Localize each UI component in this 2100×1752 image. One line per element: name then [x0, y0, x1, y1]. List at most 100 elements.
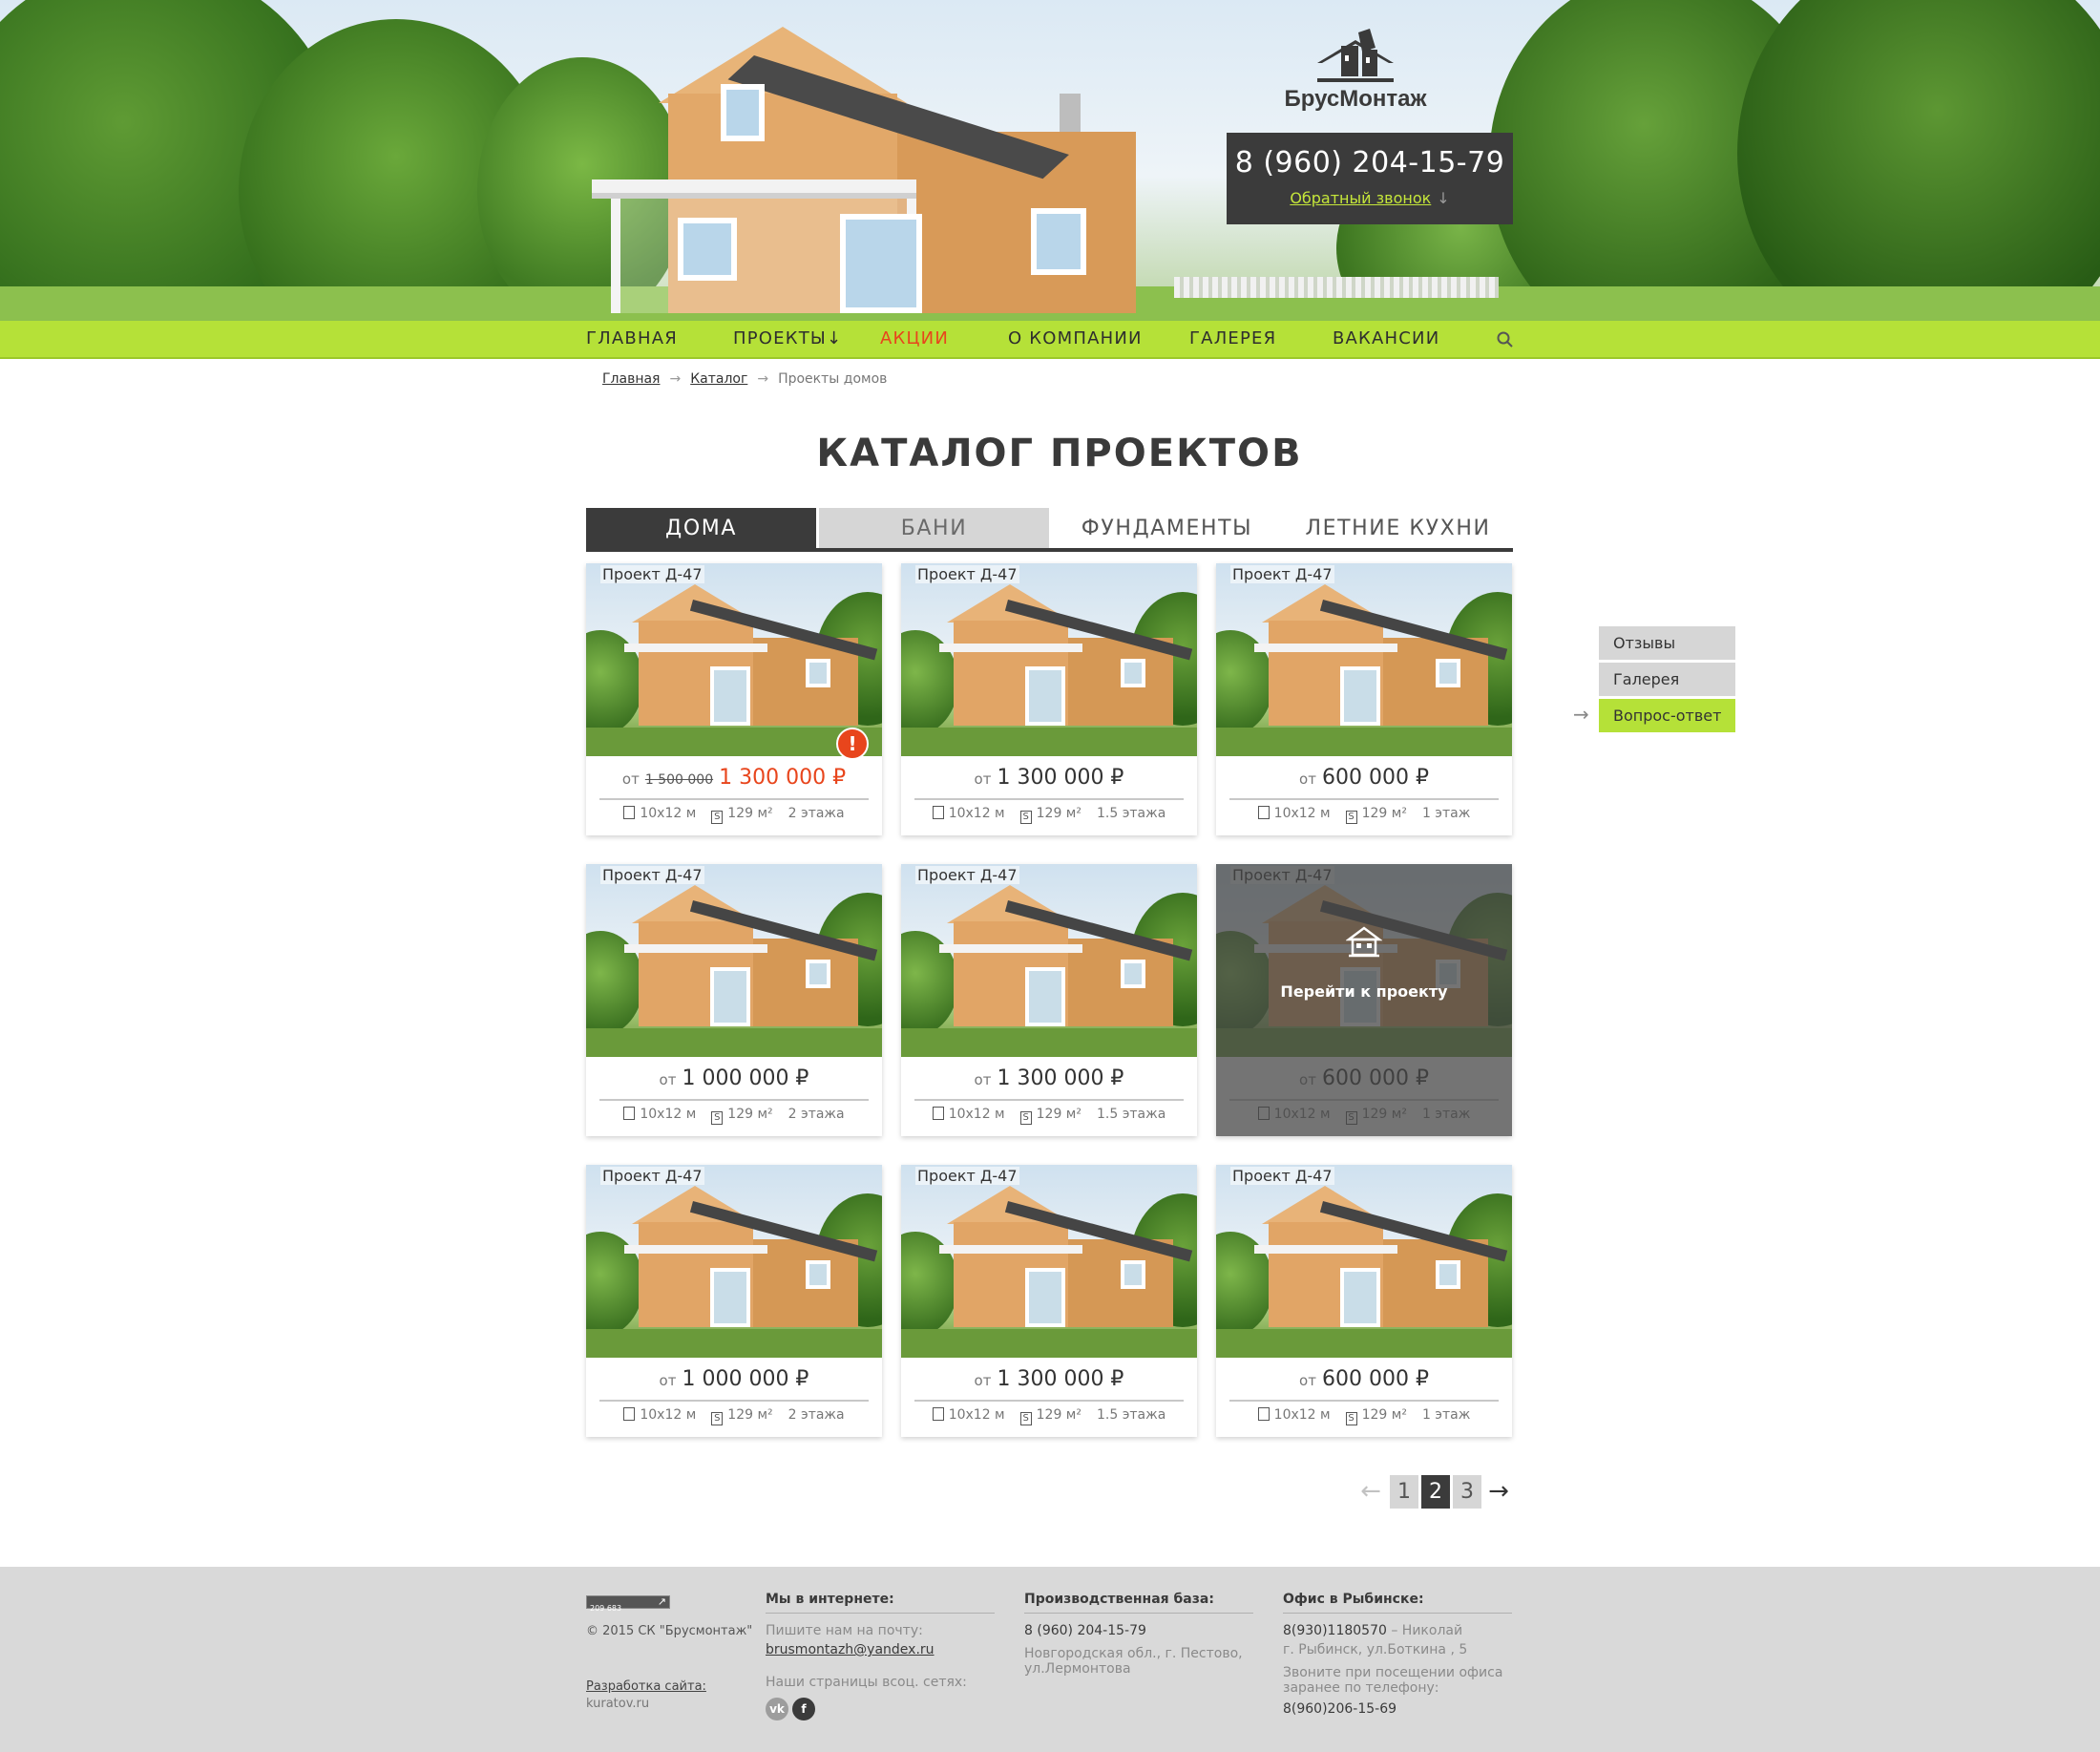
- project-photo[interactable]: [1216, 1165, 1512, 1358]
- area-icon: S: [711, 811, 724, 824]
- project-photo[interactable]: [901, 563, 1197, 756]
- project-card[interactable]: Проект Д-47 от 1 000 000 ₽ 10x12 м S 129 м² 2 …: [586, 1165, 882, 1437]
- spec-area: 129 м²: [1361, 1407, 1407, 1423]
- tab-saunas[interactable]: БАНИ: [819, 508, 1049, 548]
- counter-value: 209 683: [590, 1604, 622, 1613]
- tab-foundations[interactable]: ФУНДАМЕНТЫ: [1052, 508, 1282, 548]
- footer-office-heading: Офис в Рыбинске:: [1283, 1592, 1512, 1614]
- spec-size: 10x12 м: [948, 806, 1005, 821]
- page-2-button[interactable]: 2: [1421, 1475, 1450, 1509]
- nav-item-about[interactable]: О КОМПАНИИ: [1008, 328, 1143, 348]
- price-row: от 1 000 000 ₽: [586, 1066, 882, 1090]
- project-specs: 10x12 м S 129 м² 1.5 этажа: [901, 806, 1197, 824]
- tab-summer-kitchens[interactable]: ЛЕТНИЕ КУХНИ: [1283, 508, 1513, 548]
- spec-floors: 2 этажа: [788, 1407, 845, 1423]
- divider: [599, 1099, 869, 1101]
- search-icon[interactable]: [1497, 331, 1514, 348]
- project-name[interactable]: Проект Д-47: [1230, 565, 1334, 583]
- header-phone[interactable]: 8 (960) 204-15-79: [1227, 146, 1513, 179]
- office-phone-2[interactable]: 8(960)206-15-69: [1283, 1701, 1512, 1717]
- breadcrumb-catalog[interactable]: Каталог: [690, 371, 747, 387]
- developer-site[interactable]: kuratov.ru: [586, 1697, 649, 1711]
- price-from: от: [1299, 1372, 1316, 1389]
- nav-item-vacancies[interactable]: ВАКАНСИИ: [1333, 328, 1439, 348]
- project-card[interactable]: Проект Д-47 от 1 000 000 ₽ 10x12 м S 129 м² 2 …: [586, 864, 882, 1136]
- page-1-button[interactable]: 1: [1390, 1475, 1418, 1509]
- project-name[interactable]: Проект Д-47: [915, 565, 1019, 583]
- arrow-up-right-icon: ↗: [657, 1595, 666, 1608]
- page-3-button[interactable]: 3: [1453, 1475, 1481, 1509]
- developer-label[interactable]: Разработка сайта:: [586, 1679, 706, 1694]
- side-item-reviews[interactable]: Отзывы: [1599, 626, 1735, 660]
- project-photo[interactable]: [586, 563, 882, 756]
- category-tabs: ДОМА БАНИ ФУНДАМЕНТЫ ЛЕТНИЕ КУХНИ: [586, 508, 1513, 552]
- footer-online-heading: Мы в интернете:: [766, 1592, 995, 1614]
- nav-item-gallery[interactable]: ГАЛЕРЕЯ: [1189, 328, 1276, 348]
- price-from: от: [974, 1372, 992, 1389]
- production-phone[interactable]: 8 (960) 204-15-79: [1024, 1623, 1253, 1638]
- nav-item-projects[interactable]: ПРОЕКТЫ↓: [733, 328, 842, 348]
- spec-area: 129 м²: [1036, 1407, 1082, 1423]
- card-hover-overlay[interactable]: Перейти к проекту: [1216, 864, 1512, 1136]
- dimensions-icon: [932, 1107, 944, 1120]
- visitor-counter[interactable]: 209 683 ↗: [586, 1595, 670, 1613]
- callback-link[interactable]: Обратный звонок: [1290, 189, 1431, 207]
- price-from: от: [1299, 770, 1316, 788]
- project-name[interactable]: Проект Д-47: [600, 565, 704, 583]
- vk-icon[interactable]: vk: [766, 1698, 788, 1720]
- spec-area: 129 м²: [727, 1407, 773, 1423]
- spec-area: 129 м²: [727, 1107, 773, 1122]
- next-page-icon[interactable]: →: [1484, 1475, 1513, 1509]
- project-name[interactable]: Проект Д-47: [600, 1167, 704, 1185]
- project-card[interactable]: Проект Д-47от600 000 ₽10x12 мS129 м²1 эт…: [1216, 864, 1512, 1136]
- project-photo[interactable]: [901, 1165, 1197, 1358]
- office-note-2: заранее по телефону:: [1283, 1680, 1439, 1696]
- area-icon: S: [711, 1111, 724, 1125]
- old-price: 1 500 000: [644, 772, 714, 788]
- prev-page-icon[interactable]: ←: [1356, 1475, 1385, 1509]
- project-card[interactable]: Проект Д-47 от 1 500 000 1 300 000 ₽ 10x12 м…: [586, 563, 882, 835]
- spec-floors: 2 этажа: [788, 806, 845, 821]
- spec-area: 129 м²: [1361, 806, 1407, 821]
- nav-item-promotions[interactable]: АКЦИИ: [880, 328, 949, 348]
- project-card[interactable]: Проект Д-47 от 1 300 000 ₽ 10x12 м S 129 м² 1.…: [901, 563, 1197, 835]
- price: 1 300 000 ₽: [997, 766, 1124, 790]
- tab-houses[interactable]: ДОМА: [586, 508, 816, 548]
- project-card[interactable]: Проект Д-47 от 1 300 000 ₽ 10x12 м S 129 м² 1.…: [901, 1165, 1197, 1437]
- project-photo[interactable]: [586, 864, 882, 1057]
- page-title: КАТАЛОГ ПРОЕКТОВ: [816, 432, 1303, 475]
- project-specs: 10x12 м S 129 м² 2 этажа: [586, 1407, 882, 1425]
- project-photo[interactable]: [1216, 563, 1512, 756]
- project-card[interactable]: Проект Д-47от600 000 ₽10x12 мS129 м²1 эт…: [1216, 1165, 1512, 1437]
- price-row: от 1 500 000 1 300 000 ₽: [586, 766, 882, 790]
- sale-alert-icon: !: [836, 728, 869, 760]
- spec-size: 10x12 м: [640, 1407, 697, 1423]
- project-photo[interactable]: [901, 864, 1197, 1057]
- divider: [599, 1400, 869, 1402]
- project-card[interactable]: Проект Д-47от600 000 ₽10x12 мS129 м²1 эт…: [1216, 563, 1512, 835]
- project-photo[interactable]: [586, 1165, 882, 1358]
- mail-label: Пишите нам на почту:: [766, 1623, 923, 1638]
- footer-office: Офис в Рыбинске: 8(930)1180570 – Николай…: [1283, 1592, 1512, 1717]
- facebook-icon[interactable]: f: [792, 1698, 815, 1720]
- office-phone[interactable]: 8(930)1180570: [1283, 1623, 1387, 1638]
- area-icon: S: [1345, 1412, 1357, 1425]
- price: 1 000 000 ₽: [682, 1367, 809, 1391]
- brand-logo[interactable]: БрусМонтаж: [1285, 27, 1426, 113]
- spec-floors: 2 этажа: [788, 1107, 845, 1122]
- project-name[interactable]: Проект Д-47: [600, 866, 704, 884]
- nav-item-home[interactable]: ГЛАВНАЯ: [586, 328, 678, 348]
- project-name[interactable]: Проект Д-47: [915, 866, 1019, 884]
- project-name[interactable]: Проект Д-47: [915, 1167, 1019, 1185]
- hero-banner: БрусМонтаж 8 (960) 204-15-79 Обратный зв…: [0, 0, 2100, 321]
- house-logo-icon: [1312, 27, 1398, 86]
- side-item-faq[interactable]: Вопрос-ответ: [1599, 699, 1735, 732]
- project-specs: 10x12 м S 129 м² 2 этажа: [586, 806, 882, 824]
- social-label: Наши страницы всоц. сетях:: [766, 1675, 967, 1690]
- side-item-gallery[interactable]: Галерея: [1599, 663, 1735, 696]
- area-icon: S: [1019, 811, 1032, 824]
- project-name[interactable]: Проект Д-47: [1230, 1167, 1334, 1185]
- project-card[interactable]: Проект Д-47 от 1 300 000 ₽ 10x12 м S 129 м² 1.…: [901, 864, 1197, 1136]
- breadcrumb-home[interactable]: Главная: [602, 371, 660, 387]
- email-link[interactable]: brusmontazh@yandex.ru: [766, 1642, 995, 1657]
